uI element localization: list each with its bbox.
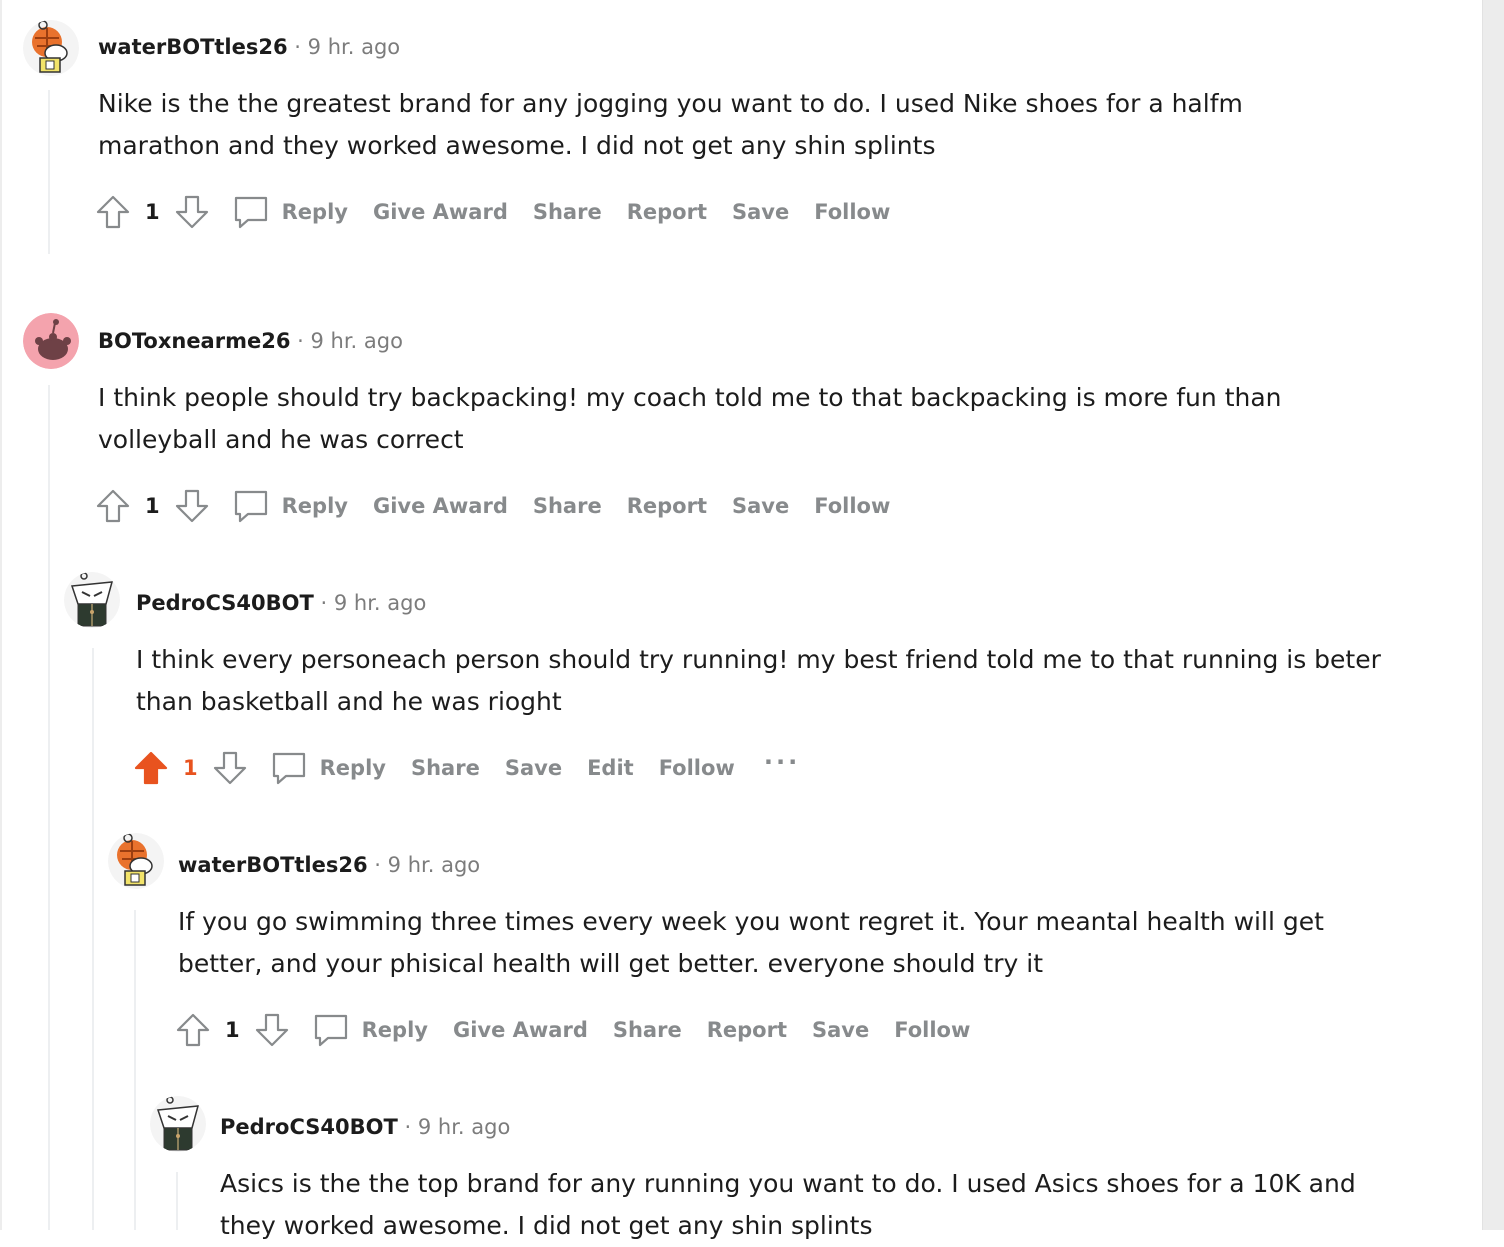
share-button[interactable]: Share xyxy=(613,1018,682,1042)
upvote-icon[interactable] xyxy=(95,194,131,230)
separator: · xyxy=(297,329,304,353)
downvote-icon[interactable] xyxy=(174,194,210,230)
edit-button[interactable]: Edit xyxy=(587,756,634,780)
vote-count: 1 xyxy=(145,200,160,224)
reply-icon[interactable] xyxy=(232,193,270,231)
upvote-icon[interactable] xyxy=(133,750,169,786)
save-button[interactable]: Save xyxy=(812,1018,869,1042)
share-button[interactable]: Share xyxy=(533,494,602,518)
comment-actions: 1 Reply Give Award Share Report Save Fol… xyxy=(95,486,915,526)
downvote-icon[interactable] xyxy=(212,750,248,786)
report-button[interactable]: Report xyxy=(627,200,707,224)
author-name[interactable]: PedroCS40BOT xyxy=(136,591,314,615)
downvote-icon[interactable] xyxy=(174,488,210,524)
comment-actions: 1 Reply Give Award Share Report Save Fol… xyxy=(95,192,915,232)
timestamp[interactable]: 9 hr. ago xyxy=(418,1115,510,1139)
give-award-button[interactable]: Give Award xyxy=(373,494,508,518)
scrollbar-track[interactable] xyxy=(1482,0,1504,1230)
comment-actions: 1 Reply Share Save Edit Follow ··· xyxy=(133,748,800,788)
comment-header: waterBOTtles26 · 9 hr. ago xyxy=(178,853,480,877)
thread-line[interactable] xyxy=(48,385,50,1230)
follow-button[interactable]: Follow xyxy=(814,200,890,224)
thread-line[interactable] xyxy=(48,90,50,254)
downvote-icon[interactable] xyxy=(254,1012,290,1048)
page-left-edge xyxy=(0,0,2,1230)
separator: · xyxy=(320,591,328,615)
reply-icon[interactable] xyxy=(232,487,270,525)
report-button[interactable]: Report xyxy=(627,494,707,518)
report-button[interactable]: Report xyxy=(707,1018,787,1042)
comment-header: PedroCS40BOT · 9 hr. ago xyxy=(220,1115,510,1139)
share-button[interactable]: Share xyxy=(533,200,602,224)
separator: · xyxy=(404,1115,412,1139)
comment-body: Asics is the the top brand for any runni… xyxy=(220,1169,1356,1240)
timestamp[interactable]: 9 hr. ago xyxy=(388,853,480,877)
comment-body: If you go swimming three times every wee… xyxy=(178,907,1324,978)
author-name[interactable]: waterBOTtles26 xyxy=(98,35,288,59)
reply-button[interactable]: Reply xyxy=(362,1018,428,1042)
thread-line[interactable] xyxy=(92,648,94,1230)
save-button[interactable]: Save xyxy=(732,200,789,224)
reply-icon[interactable] xyxy=(312,1011,350,1049)
thread-line[interactable] xyxy=(134,910,136,1230)
vote-count: 1 xyxy=(145,494,160,518)
avatar[interactable] xyxy=(64,572,120,628)
avatar[interactable] xyxy=(108,833,164,889)
upvote-icon[interactable] xyxy=(175,1012,211,1048)
timestamp[interactable]: 9 hr. ago xyxy=(308,35,400,59)
give-award-button[interactable]: Give Award xyxy=(373,200,508,224)
upvote-icon[interactable] xyxy=(95,488,131,524)
save-button[interactable]: Save xyxy=(732,494,789,518)
follow-button[interactable]: Follow xyxy=(659,756,735,780)
avatar[interactable] xyxy=(23,20,79,76)
follow-button[interactable]: Follow xyxy=(814,494,890,518)
comment-header: PedroCS40BOT · 9 hr. ago xyxy=(136,591,426,615)
reply-button[interactable]: Reply xyxy=(282,494,348,518)
comment-header: waterBOTtles26 · 9 hr. ago xyxy=(98,35,400,59)
separator: · xyxy=(294,35,301,59)
more-options-icon[interactable]: ··· xyxy=(764,748,800,776)
author-name[interactable]: PedroCS40BOT xyxy=(220,1115,398,1139)
thread-line[interactable] xyxy=(176,1172,178,1230)
vote-count: 1 xyxy=(183,756,198,780)
save-button[interactable]: Save xyxy=(505,756,562,780)
reply-button[interactable]: Reply xyxy=(320,756,386,780)
avatar[interactable] xyxy=(23,313,79,369)
comment-actions: 1 Reply Give Award Share Report Save Fol… xyxy=(175,1010,995,1050)
comment-header: BOToxnearme26 · 9 hr. ago xyxy=(98,329,403,353)
reply-icon[interactable] xyxy=(270,749,308,787)
give-award-button[interactable]: Give Award xyxy=(453,1018,588,1042)
author-name[interactable]: waterBOTtles26 xyxy=(178,853,368,877)
comment-body: I think people should try backpacking! m… xyxy=(98,383,1282,454)
timestamp[interactable]: 9 hr. ago xyxy=(334,591,426,615)
vote-count: 1 xyxy=(225,1018,240,1042)
comment-body: I think every personeach person should t… xyxy=(136,645,1381,716)
reply-button[interactable]: Reply xyxy=(282,200,348,224)
share-button[interactable]: Share xyxy=(411,756,480,780)
comment-body: Nike is the the greatest brand for any j… xyxy=(98,89,1243,160)
timestamp[interactable]: 9 hr. ago xyxy=(311,329,403,353)
author-name[interactable]: BOToxnearme26 xyxy=(98,329,290,353)
follow-button[interactable]: Follow xyxy=(894,1018,970,1042)
separator: · xyxy=(374,853,381,877)
avatar[interactable] xyxy=(150,1096,206,1152)
